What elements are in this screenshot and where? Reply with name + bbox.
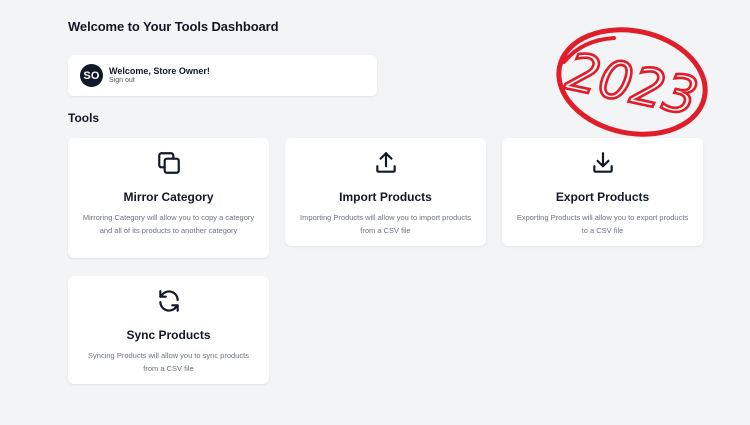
avatar: SO xyxy=(80,64,103,87)
tool-card-import-products[interactable]: Import Products Importing Products will … xyxy=(285,138,486,246)
tool-description: Exporting Products will allow you to exp… xyxy=(516,213,689,235)
sign-out-link[interactable]: Sign out xyxy=(109,77,210,85)
welcome-text: Welcome, Store Owner! xyxy=(109,65,210,76)
tool-card-mirror-category[interactable]: Mirror Category Mirroring Category will … xyxy=(68,138,269,258)
tool-title: Sync Products xyxy=(126,328,211,342)
tool-title: Export Products xyxy=(555,190,650,204)
tool-description: Importing Products will allow you to imp… xyxy=(300,213,471,235)
copy-icon xyxy=(156,150,182,176)
sync-icon xyxy=(156,288,182,314)
download-icon xyxy=(590,150,616,176)
tool-description: Mirroring Category will allow you to cop… xyxy=(82,213,255,235)
tool-title: Import Products xyxy=(339,190,432,204)
upload-icon xyxy=(373,150,399,176)
tool-card-export-products[interactable]: Export Products Exporting Products will … xyxy=(502,138,703,246)
year-stamp: 2023 xyxy=(556,27,708,137)
tool-title: Mirror Category xyxy=(123,190,214,204)
user-card: SO Welcome, Store Owner! Sign out xyxy=(68,55,377,96)
tools-heading: Tools xyxy=(68,111,100,125)
user-info: Welcome, Store Owner! Sign out xyxy=(109,66,210,85)
page-title: Welcome to Your Tools Dashboard xyxy=(68,19,279,34)
tool-description: Syncing Products will allow you to sync … xyxy=(88,351,249,373)
tool-card-sync-products[interactable]: Sync Products Syncing Products will allo… xyxy=(68,276,269,384)
